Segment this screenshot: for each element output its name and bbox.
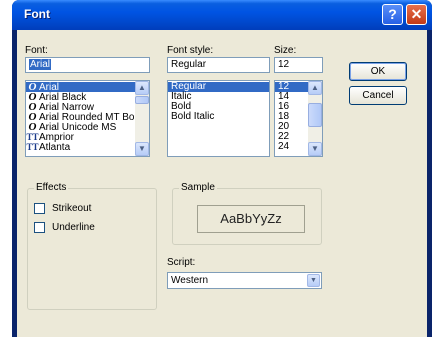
opentype-icon: O	[28, 121, 37, 133]
help-button[interactable]: ?	[382, 4, 403, 25]
font-list-item[interactable]: O Arial Narrow	[26, 102, 149, 113]
font-style-list[interactable]: Regular Italic Bold Bold Italic	[167, 80, 270, 157]
font-list-scrollbar[interactable]: ▲ ▼	[135, 81, 149, 156]
underline-label[interactable]: Underline	[52, 222, 95, 233]
font-list-item[interactable]: TTAtlanta	[26, 142, 149, 153]
script-value: Western	[171, 275, 209, 286]
window-title: Font	[24, 7, 50, 21]
script-select[interactable]: Western ▼	[167, 272, 322, 289]
font-list-item[interactable]: O Arial	[26, 82, 149, 93]
script-label: Script:	[167, 257, 196, 268]
underline-checkbox[interactable]	[34, 222, 45, 233]
truetype-icon: TT	[26, 142, 39, 152]
dialog-body: Font: Arial O Arial O Arial Black O Arial Nar…	[17, 30, 427, 337]
effects-group	[27, 188, 157, 310]
cancel-button[interactable]: Cancel	[349, 86, 407, 105]
font-name-value: Arial	[29, 59, 52, 70]
scroll-thumb[interactable]	[308, 103, 322, 127]
scroll-down-icon[interactable]: ▼	[135, 142, 149, 156]
font-list-item[interactable]: O Arial Unicode MS	[26, 121, 149, 133]
font-style-label: Font style:	[167, 45, 214, 56]
font-list-item[interactable]: TTAmprior	[26, 132, 149, 143]
sample-preview: AaBbYyZz	[197, 205, 305, 233]
ok-button[interactable]: OK	[349, 62, 407, 81]
font-dialog: Font ? ✕ Font: Arial O Arial O Arial Black O…	[12, 0, 432, 337]
scroll-down-icon[interactable]: ▼	[308, 142, 322, 156]
title-bar: Font ? ✕	[12, 0, 432, 30]
effects-legend: Effects	[34, 182, 69, 193]
font-list[interactable]: O Arial O Arial Black O Arial Narrow O Arial Ro…	[25, 80, 150, 157]
font-style-input[interactable]: Regular	[167, 57, 270, 73]
font-name-input[interactable]: Arial	[25, 57, 150, 73]
font-style-item[interactable]: Bold Italic	[168, 112, 269, 122]
font-list-item[interactable]: O Arial Rounded MT Bol	[26, 112, 149, 123]
font-list-item[interactable]: O Arial Black	[26, 92, 149, 103]
size-label: Size:	[274, 45, 297, 56]
dropdown-arrow-icon[interactable]: ▼	[307, 274, 320, 287]
scroll-thumb[interactable]	[135, 96, 149, 104]
scroll-up-icon[interactable]: ▲	[135, 81, 149, 95]
size-list-scrollbar[interactable]: ▲ ▼	[308, 81, 322, 156]
sample-legend: Sample	[179, 182, 217, 193]
close-button[interactable]: ✕	[406, 4, 427, 25]
size-list[interactable]: 12 14 16 18 20 22 24 ▲ ▼	[274, 80, 323, 157]
strikeout-checkbox[interactable]	[34, 203, 45, 214]
font-label: Font:	[25, 45, 48, 56]
font-list-item-label: Atlanta	[39, 142, 71, 153]
scroll-up-icon[interactable]: ▲	[308, 81, 322, 95]
size-input[interactable]: 12	[274, 57, 323, 73]
truetype-icon: TT	[26, 132, 39, 142]
strikeout-label[interactable]: Strikeout	[52, 203, 91, 214]
